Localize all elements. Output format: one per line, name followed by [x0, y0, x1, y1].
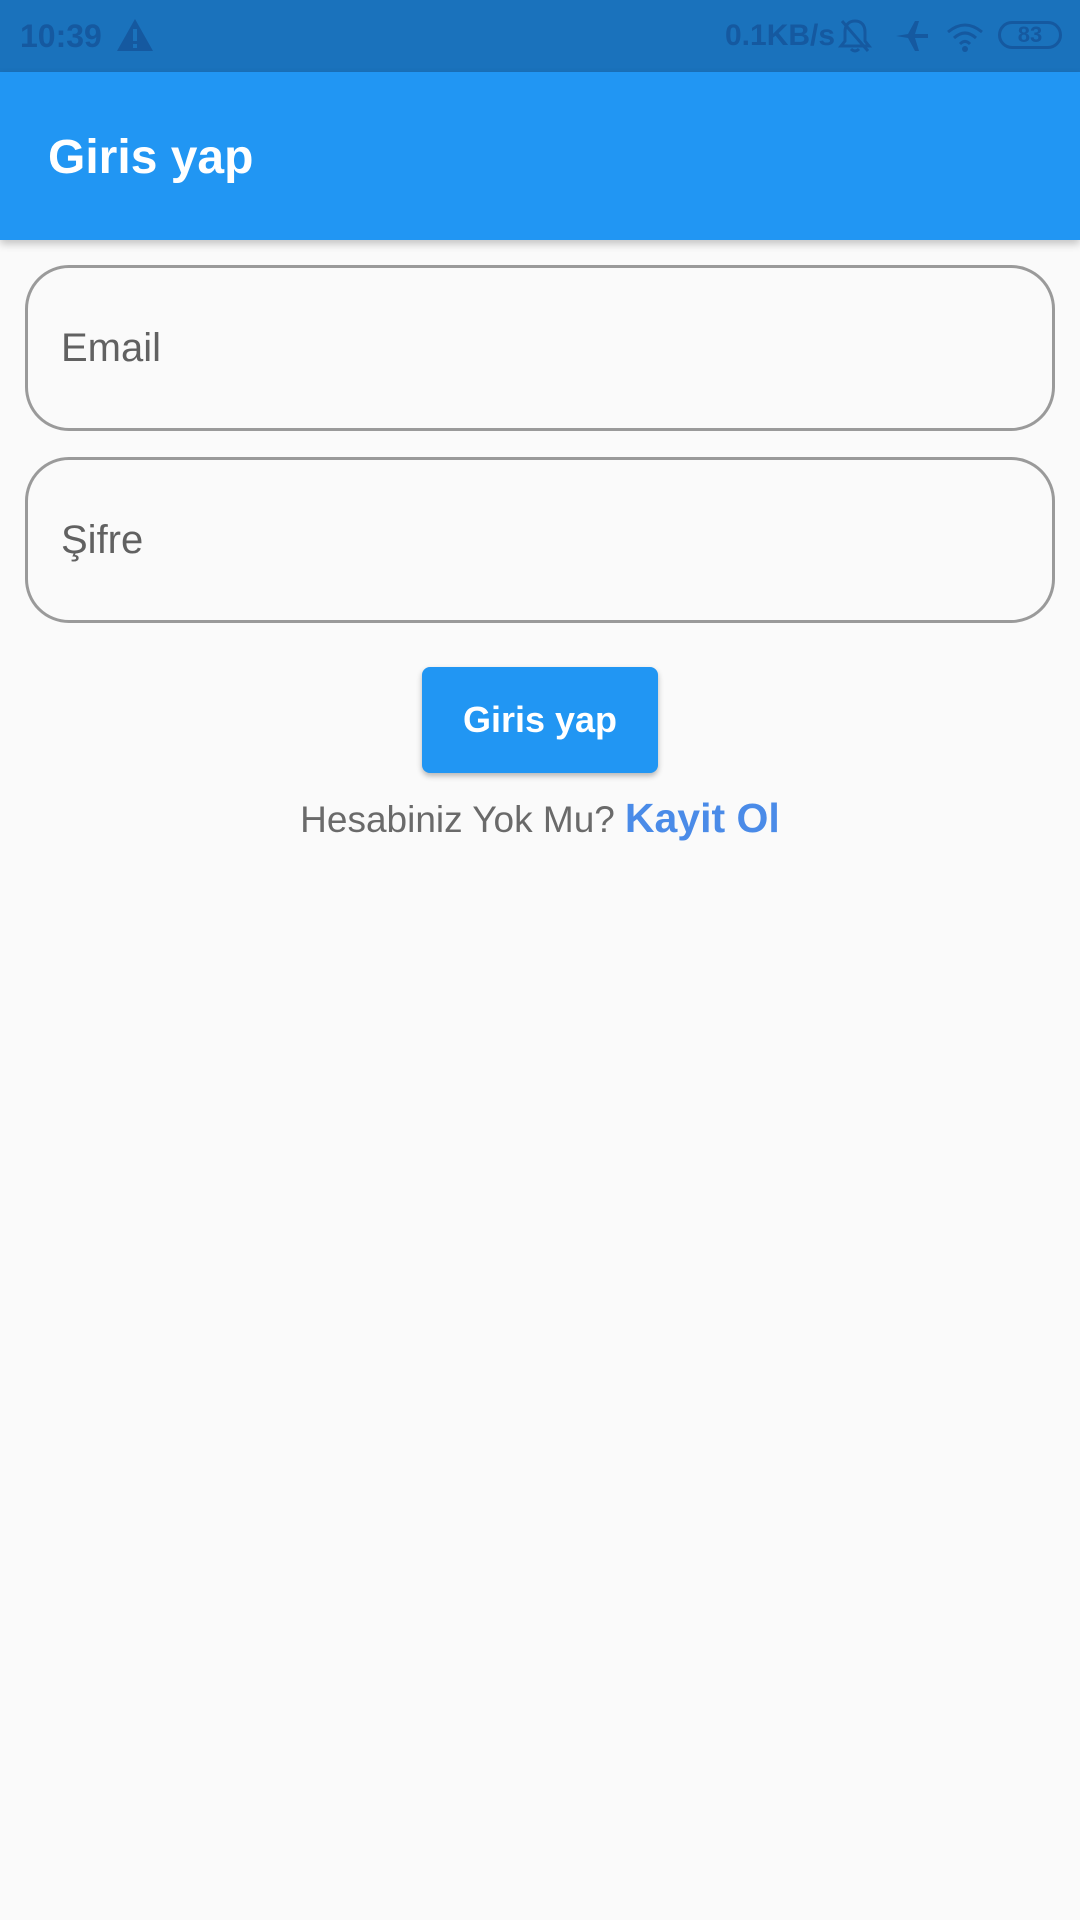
email-field[interactable] [25, 265, 1055, 431]
network-speed: 0.1KB/s [725, 19, 836, 52]
register-row: Hesabiniz Yok Mu? Kayit Ol [0, 788, 1080, 848]
battery-icon: 83 [998, 21, 1062, 49]
status-bar: 10:39 0.1KB/s 83 [0, 0, 1080, 72]
password-field[interactable] [25, 457, 1055, 623]
register-link[interactable]: Kayit Ol [625, 788, 780, 848]
register-question: Hesabiniz Yok Mu? [300, 799, 615, 840]
warning-icon [116, 18, 154, 52]
bell-off-icon [837, 18, 873, 54]
page-title: Giris yap [48, 131, 254, 184]
status-time: 10:39 [20, 18, 102, 54]
password-input[interactable] [61, 460, 1011, 620]
airplane-icon [893, 18, 931, 54]
wifi-icon [946, 20, 984, 54]
app-bar: Giris yap [0, 72, 1080, 240]
login-button[interactable]: Giris yap [422, 667, 658, 773]
email-input[interactable] [61, 268, 1011, 428]
